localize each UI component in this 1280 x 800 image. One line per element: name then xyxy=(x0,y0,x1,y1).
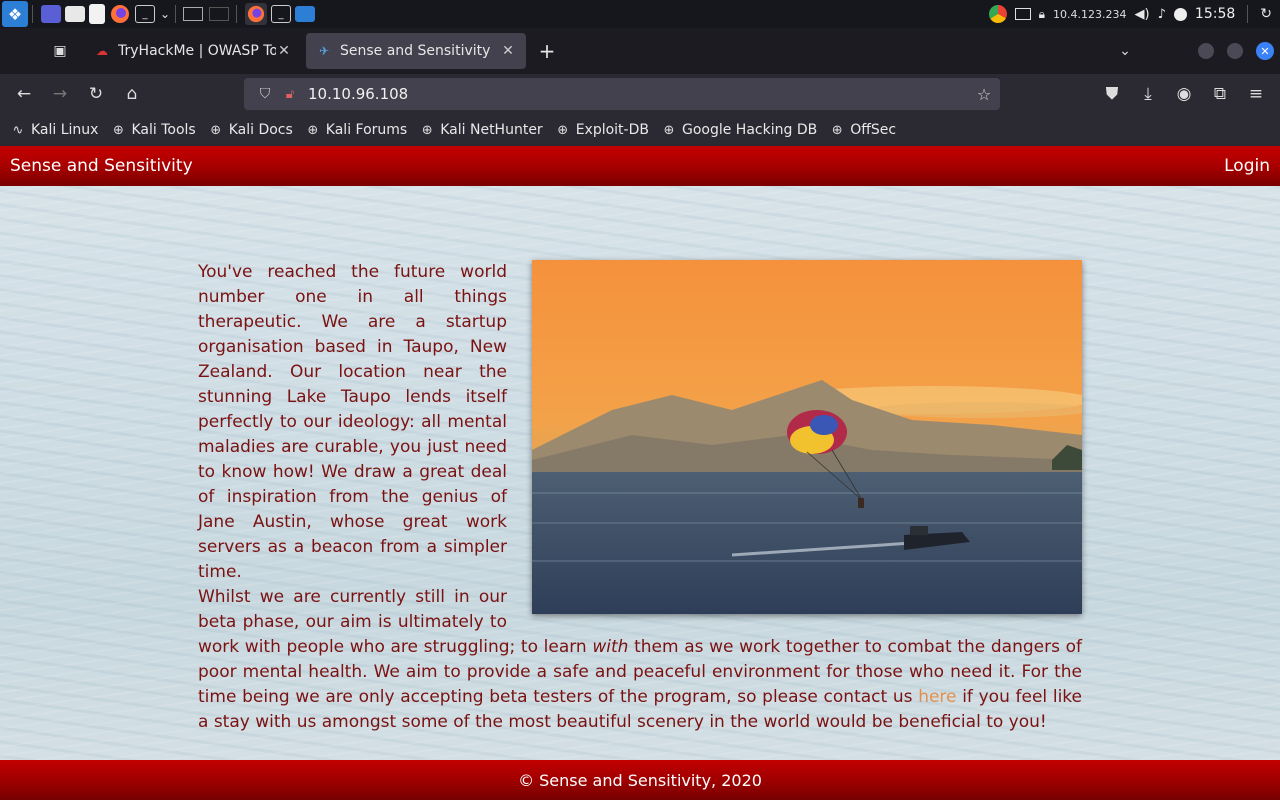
close-icon[interactable]: ✕ xyxy=(500,43,516,59)
maximize-window-icon[interactable] xyxy=(1227,43,1243,59)
login-link[interactable]: Login xyxy=(1224,156,1270,176)
globe-icon: ⊕ xyxy=(307,122,319,138)
pocket-icon[interactable]: ⛊ xyxy=(1094,78,1130,110)
ip-address: 10.4.123.234 xyxy=(1053,7,1127,21)
extensions-icon[interactable]: ⧉ xyxy=(1202,78,1238,110)
volume-icon[interactable]: ◀) xyxy=(1135,7,1150,22)
clock: 15:58 xyxy=(1194,6,1236,22)
url-bar[interactable]: ⛉ 🔓︎ 10.10.96.108 ☆ xyxy=(244,78,1000,110)
tab-title: TryHackMe | OWASP Top xyxy=(118,43,276,59)
network-lock-icon[interactable]: 🔒︎ xyxy=(1039,7,1045,22)
bookmark-label: Kali Linux xyxy=(31,122,99,138)
kali-dragon-icon: ∿ xyxy=(12,122,24,138)
bookmark-label: Kali Tools xyxy=(131,122,196,138)
chrome-app-icon[interactable] xyxy=(988,5,1007,23)
kali-menu-icon[interactable]: ❖ xyxy=(2,1,28,27)
close-window-icon[interactable]: ✕ xyxy=(1256,42,1274,60)
tryhackme-favicon-icon: ☁ xyxy=(96,44,108,58)
bookmark-star-icon[interactable]: ☆ xyxy=(968,85,1000,104)
site-brand-link[interactable]: Sense and Sensitivity xyxy=(10,156,193,176)
workspace-2[interactable] xyxy=(209,7,229,21)
lake-taupo-parasailing-photo xyxy=(532,260,1082,614)
taskbar-separator xyxy=(1247,5,1249,23)
account-icon[interactable]: ◉ xyxy=(1166,78,1202,110)
bookmark-kali-forums[interactable]: ⊕ Kali Forums xyxy=(305,122,407,138)
tracking-shield-icon[interactable]: ⛉ xyxy=(250,86,280,102)
workspace-1[interactable] xyxy=(183,7,203,21)
bookmark-label: Kali Docs xyxy=(228,122,293,138)
bookmark-label: Google Hacking DB xyxy=(681,122,818,138)
file-manager-icon[interactable] xyxy=(65,6,85,22)
taskbar-separator xyxy=(236,5,237,23)
url-text[interactable]: 10.10.96.108 xyxy=(308,85,968,103)
notification-bell-icon[interactable]: ♪ xyxy=(1158,7,1166,22)
globe-icon: ⊕ xyxy=(663,122,675,138)
browser-tab-bar: ▣ ☁ TryHackMe | OWASP Top ✕ ✈ Sense and … xyxy=(0,28,1280,74)
firefox-window-icon[interactable] xyxy=(245,3,267,25)
forward-button[interactable]: → xyxy=(42,78,78,110)
minimize-window-icon[interactable] xyxy=(1198,43,1214,59)
power-icon[interactable] xyxy=(1173,7,1187,21)
menu-hamburger-icon[interactable]: ≡ xyxy=(1238,78,1274,110)
tab-tryhackme[interactable]: ☁ TryHackMe | OWASP Top ✕ xyxy=(84,33,302,69)
globe-icon: ⊕ xyxy=(113,122,124,138)
globe-icon: ⊕ xyxy=(421,122,433,138)
bookmark-label: Kali Forums xyxy=(325,122,408,138)
firefox-view-icon[interactable]: ▣ xyxy=(40,36,80,66)
site-header: Sense and Sensitivity Login xyxy=(0,146,1280,186)
bookmark-kali-tools[interactable]: ⊕ Kali Tools xyxy=(110,122,196,138)
bookmark-kali-linux[interactable]: ∿ Kali Linux xyxy=(10,122,99,138)
display-icon[interactable] xyxy=(1014,8,1031,20)
mission-emphasis: with xyxy=(592,637,629,657)
site-footer: © Sense and Sensitivity, 2020 xyxy=(0,760,1280,800)
bookmarks-toolbar: ∿ Kali Linux ⊕ Kali Tools ⊕ Kali Docs ⊕ Kali… xyxy=(0,114,1280,146)
browser-nav-bar: ← → ↻ ⌂ ⛉ 🔓︎ 10.10.96.108 ☆ ⛊ ⤓ ◉ ⧉ ≡ xyxy=(0,74,1280,114)
chevron-down-icon[interactable]: ⌄ xyxy=(159,3,171,25)
tab-sense-and-sensitivity[interactable]: ✈ Sense and Sensitivity ✕ xyxy=(306,33,526,69)
home-button[interactable]: ⌂ xyxy=(114,78,150,110)
close-icon[interactable]: ✕ xyxy=(276,43,292,59)
firefox-launcher-icon[interactable] xyxy=(109,3,131,25)
new-tab-button[interactable]: + xyxy=(532,36,562,66)
contact-here-link[interactable]: here xyxy=(918,687,956,707)
footer-copyright: © Sense and Sensitivity, 2020 xyxy=(518,770,762,790)
refresh-session-icon[interactable]: ↻ xyxy=(1260,6,1272,22)
tab-title: Sense and Sensitivity xyxy=(340,43,491,59)
bookmark-kali-nethunter[interactable]: ⊕ Kali NetHunter xyxy=(419,122,543,138)
back-button[interactable]: ← xyxy=(6,78,42,110)
reload-button[interactable]: ↻ xyxy=(78,78,114,110)
bookmark-label: Exploit-DB xyxy=(575,122,649,138)
terminal-window-icon[interactable]: _ xyxy=(271,5,291,23)
main-content: You've reached the future world number o… xyxy=(198,260,1082,735)
os-taskbar: ❖ _ ⌄ _ 🔒︎ 10.4.123.234 ◀) ♪ 15:58 ↻ xyxy=(0,0,1280,28)
web-page: Sense and Sensitivity Login You've reach… xyxy=(0,146,1280,800)
globe-icon: ⊕ xyxy=(831,122,843,138)
bookmark-label: OffSec xyxy=(850,122,897,138)
terminal-launcher-icon[interactable]: _ xyxy=(135,5,155,23)
globe-icon: ⊕ xyxy=(210,122,222,138)
bookmark-kali-docs[interactable]: ⊕ Kali Docs xyxy=(208,122,293,138)
bookmark-exploit-db[interactable]: ⊕ Exploit-DB xyxy=(555,122,649,138)
globe-icon: ⊕ xyxy=(557,122,569,138)
downloads-folder-icon[interactable] xyxy=(295,6,315,22)
downloads-icon[interactable]: ⤓ xyxy=(1130,78,1166,110)
bookmark-offsec[interactable]: ⊕ OffSec xyxy=(829,122,896,138)
list-all-tabs-icon[interactable]: ⌄ xyxy=(1110,43,1140,59)
taskbar-separator xyxy=(175,5,176,23)
taskbar-separator xyxy=(32,5,33,23)
show-desktop-icon[interactable] xyxy=(41,5,61,23)
insecure-lock-icon[interactable]: 🔓︎ xyxy=(280,87,300,102)
bookmark-google-hacking-db[interactable]: ⊕ Google Hacking DB xyxy=(661,122,818,138)
bookmark-label: Kali NetHunter xyxy=(440,122,543,138)
site-favicon-icon: ✈ xyxy=(318,44,330,58)
text-editor-icon[interactable] xyxy=(89,4,105,24)
